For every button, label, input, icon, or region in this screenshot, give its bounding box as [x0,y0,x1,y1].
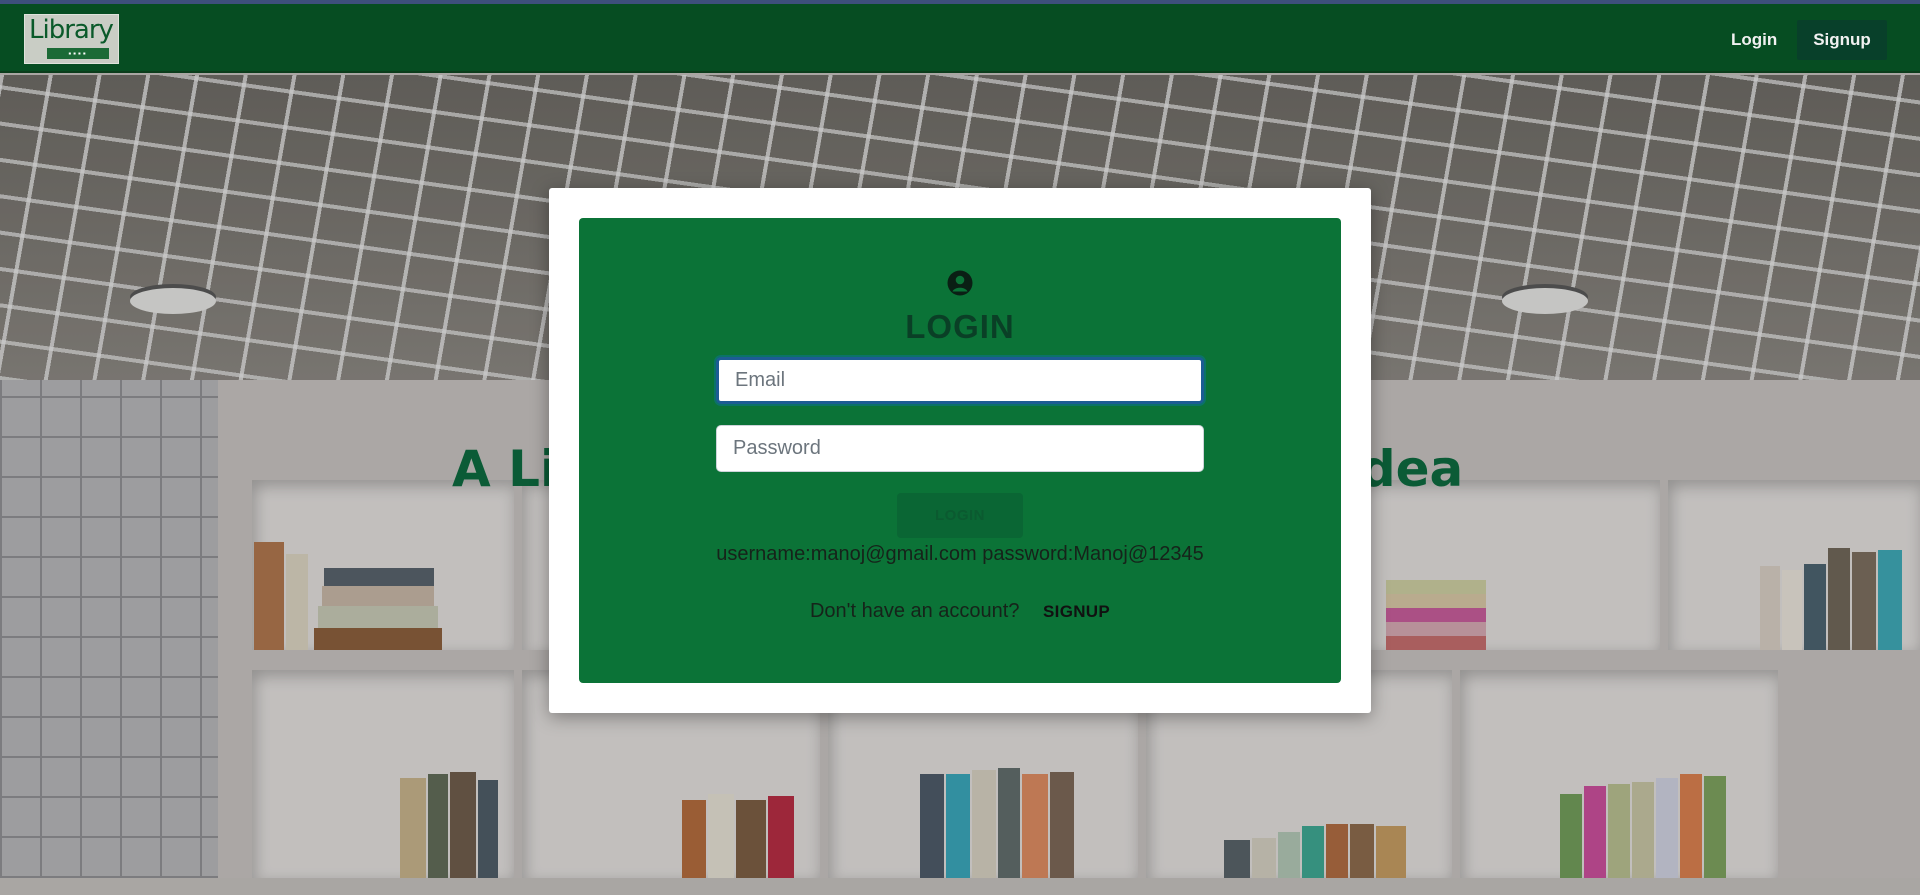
nav-signup-link[interactable]: Signup [1797,20,1887,60]
library-logo[interactable]: Library ▪▪▪▪ [24,14,119,64]
navbar: Library ▪▪▪▪ Login Signup [0,4,1920,73]
logo-wordmark: Library [29,15,114,45]
signup-prompt: Don't have an account? SIGNUP [579,600,1341,623]
email-input[interactable] [716,357,1204,404]
password-input[interactable] [716,425,1204,472]
no-account-text: Don't have an account? [809,600,1020,622]
login-card: LOGIN LOGIN username:manoj@gmail.com pas… [579,218,1341,683]
credentials-hint: username:manoj@gmail.com password:Manoj@… [716,543,1204,565]
login-heading: LOGIN [905,308,1015,345]
logo-strip: ▪▪▪▪ [47,48,109,59]
user-circle-icon [947,270,973,296]
signup-link[interactable]: SIGNUP [1043,602,1110,622]
nav-login-link[interactable]: Login [1717,20,1791,60]
login-submit-button[interactable]: LOGIN [897,493,1023,538]
login-modal: LOGIN LOGIN username:manoj@gmail.com pas… [549,188,1371,713]
